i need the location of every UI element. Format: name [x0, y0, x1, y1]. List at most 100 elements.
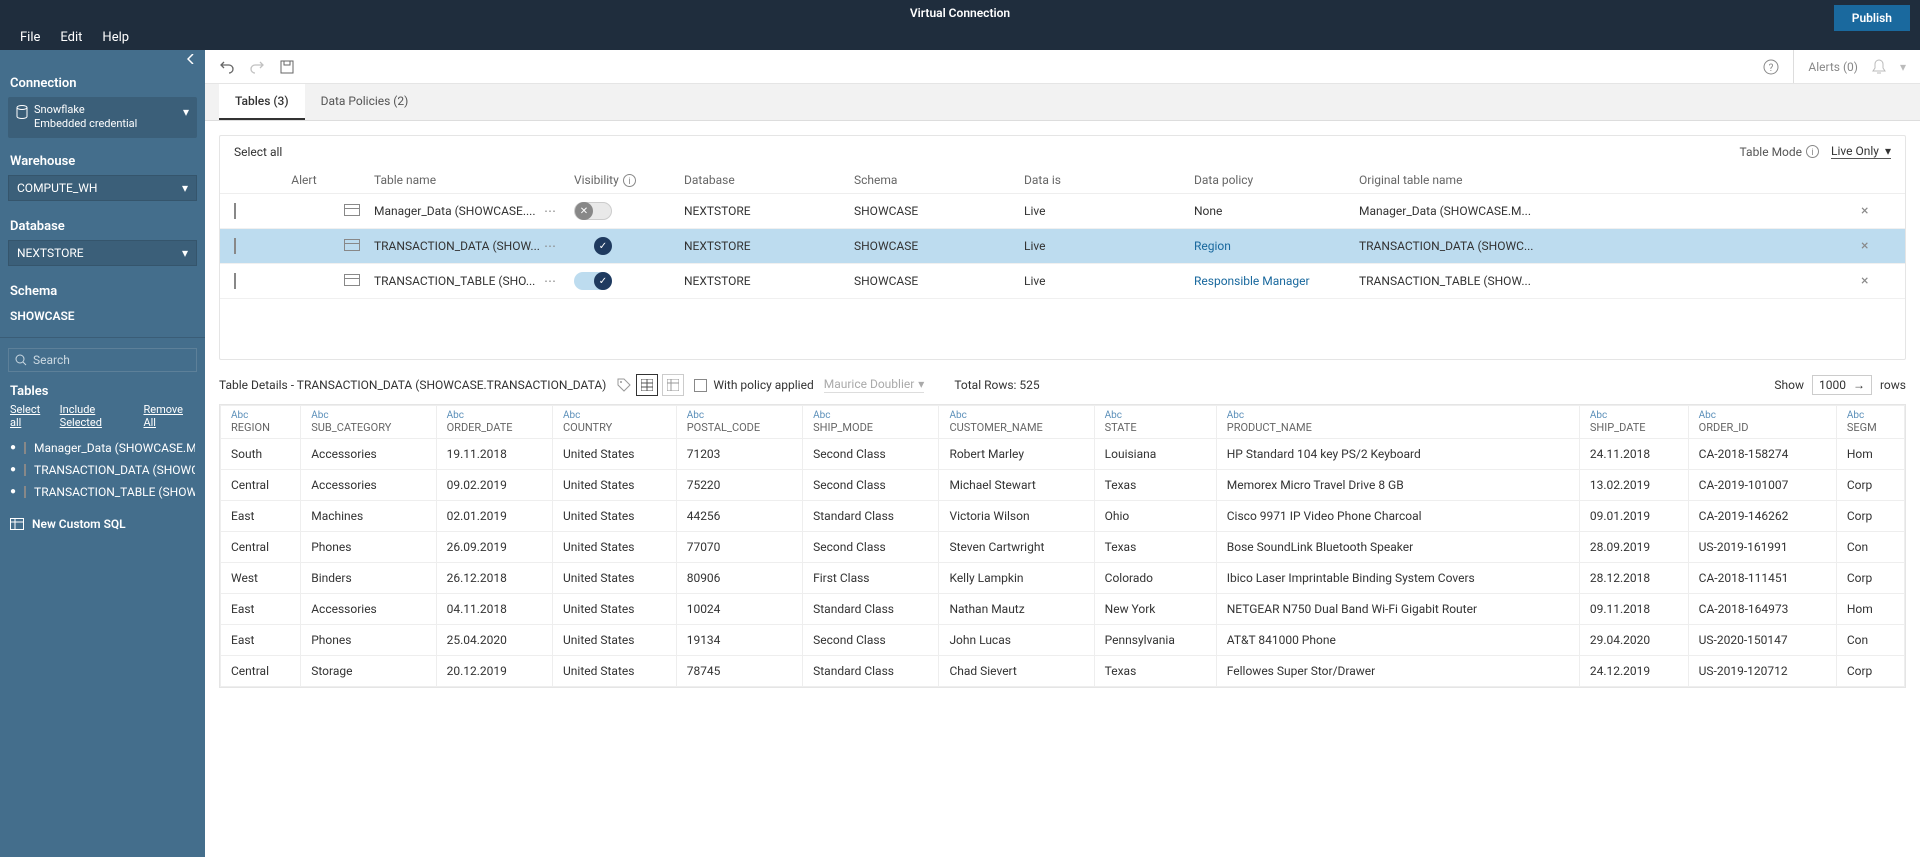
sidebar-table-item[interactable]: ●TRANSACTION_TABLE (SHOWC...	[10, 481, 195, 503]
row-menu-button[interactable]: ⋯	[544, 274, 574, 288]
warehouse-select[interactable]: COMPUTE_WH ▾	[8, 175, 197, 201]
rows-count-input[interactable]: 1000 →	[1812, 375, 1872, 395]
table-mode-select[interactable]: Live Only ▾	[1831, 144, 1891, 159]
grid-cell: John Lucas	[939, 625, 1094, 656]
col-datais[interactable]: Data is	[1024, 173, 1194, 187]
remove-row-button[interactable]: ×	[1861, 273, 1868, 289]
table-row[interactable]: TRANSACTION_TABLE (SHO...⋯✓NEXTSTORESHOW…	[220, 264, 1905, 299]
visibility-toggle[interactable]: ✕	[574, 202, 612, 220]
tab-data-policies[interactable]: Data Policies (2)	[305, 84, 425, 120]
col-original[interactable]: Original table name	[1359, 173, 1861, 187]
grid-column-header[interactable]: AbcCUSTOMER_NAME	[939, 406, 1094, 439]
row-table-name: TRANSACTION_DATA (SHOW...	[374, 239, 544, 253]
grid-column-header[interactable]: AbcPOSTAL_CODE	[676, 406, 802, 439]
policy-link[interactable]: Region	[1194, 239, 1231, 253]
total-rows: Total Rows: 525	[954, 378, 1039, 392]
database-select[interactable]: NEXTSTORE ▾	[8, 240, 197, 266]
grid-column-header[interactable]: AbcSTATE	[1094, 406, 1216, 439]
tag-icon[interactable]	[616, 377, 632, 393]
grid-row[interactable]: SouthAccessories19.11.2018United States7…	[221, 439, 1905, 470]
grid-row[interactable]: EastPhones25.04.2020United States19134Se…	[221, 625, 1905, 656]
search-input[interactable]: Search	[8, 348, 197, 372]
list-select-all[interactable]: Select all	[234, 145, 282, 159]
table-row[interactable]: TRANSACTION_DATA (SHOW...⋯✓NEXTSTORESHOW…	[220, 229, 1905, 264]
col-policy[interactable]: Data policy	[1194, 173, 1359, 187]
sidebar-remove-all[interactable]: Remove All	[143, 403, 195, 429]
save-button[interactable]	[279, 59, 295, 75]
grid-column-header[interactable]: AbcORDER_DATE	[436, 406, 552, 439]
grid-cell: Corp	[1836, 656, 1904, 687]
alerts-label[interactable]: Alerts (0)	[1808, 60, 1858, 74]
chevron-down-icon[interactable]: ▾	[1900, 60, 1906, 74]
grid-row[interactable]: CentralStorage20.12.2019United States787…	[221, 656, 1905, 687]
grid-cell: Texas	[1094, 470, 1216, 501]
row-datais: Live	[1024, 204, 1194, 218]
tab-tables[interactable]: Tables (3)	[219, 84, 305, 120]
grid-row[interactable]: WestBinders26.12.2018United States80906F…	[221, 563, 1905, 594]
row-menu-button[interactable]: ⋯	[544, 239, 574, 253]
grid-view-button[interactable]	[636, 374, 658, 396]
grid-column-header[interactable]: AbcSEGM	[1836, 406, 1904, 439]
row-original: TRANSACTION_DATA (SHOWC...	[1359, 239, 1861, 253]
grid-cell: Accessories	[301, 439, 436, 470]
publish-button[interactable]: Publish	[1834, 5, 1910, 31]
list-view-button[interactable]	[662, 374, 684, 396]
grid-row[interactable]: CentralPhones26.09.2019United States7707…	[221, 532, 1905, 563]
chevron-down-icon: ▾	[183, 105, 189, 119]
grid-column-header[interactable]: AbcREGION	[221, 406, 301, 439]
grid-row[interactable]: CentralAccessories09.02.2019United State…	[221, 470, 1905, 501]
row-checkbox[interactable]	[234, 273, 236, 289]
menu-file[interactable]: File	[20, 30, 40, 45]
grid-column-header[interactable]: AbcCOUNTRY	[553, 406, 677, 439]
col-database[interactable]: Database	[684, 173, 854, 187]
row-table-name: Manager_Data (SHOWCASE....	[374, 204, 544, 218]
bell-icon[interactable]	[1872, 59, 1886, 75]
help-button[interactable]: ?	[1763, 59, 1779, 75]
grid-column-header[interactable]: AbcORDER_ID	[1688, 406, 1836, 439]
visibility-toggle[interactable]: ✓	[574, 272, 612, 290]
data-grid[interactable]: AbcREGIONAbcSUB_CATEGORYAbcORDER_DATEAbc…	[219, 404, 1906, 688]
grid-cell: United States	[553, 532, 677, 563]
grid-cell: Corp	[1836, 501, 1904, 532]
grid-column-header[interactable]: AbcSHIP_MODE	[803, 406, 939, 439]
undo-button[interactable]	[219, 59, 235, 75]
row-checkbox[interactable]	[234, 203, 236, 219]
remove-row-button[interactable]: ×	[1861, 238, 1868, 254]
col-schema[interactable]: Schema	[854, 173, 1024, 187]
row-table-name: TRANSACTION_TABLE (SHO...	[374, 274, 544, 288]
grid-cell: United States	[553, 625, 677, 656]
sidebar-table-item[interactable]: ●TRANSACTION_DATA (SHOWCA...	[10, 459, 195, 481]
connection-selector[interactable]: Snowflake Embedded credential ▾	[8, 97, 197, 138]
grid-cell: Louisiana	[1094, 439, 1216, 470]
grid-column-header[interactable]: AbcSHIP_DATE	[1579, 406, 1688, 439]
menu-edit[interactable]: Edit	[60, 30, 82, 45]
grid-column-header[interactable]: AbcSUB_CATEGORY	[301, 406, 436, 439]
grid-column-header[interactable]: AbcPRODUCT_NAME	[1216, 406, 1579, 439]
row-database: NEXTSTORE	[684, 204, 854, 218]
preview-user-select[interactable]: Maurice Doublier ▾	[824, 377, 925, 393]
row-menu-button[interactable]: ⋯	[544, 204, 574, 218]
menu-help[interactable]: Help	[102, 30, 129, 45]
info-icon[interactable]: i	[623, 174, 636, 187]
grid-row[interactable]: EastAccessories04.11.2018United States10…	[221, 594, 1905, 625]
redo-button[interactable]	[249, 59, 265, 75]
grid-cell: Hom	[1836, 439, 1904, 470]
grid-cell: Pennsylvania	[1094, 625, 1216, 656]
collapse-sidebar-button[interactable]	[0, 50, 205, 68]
visibility-toggle[interactable]: ✓	[574, 237, 612, 255]
col-table-name[interactable]: Table name	[374, 173, 544, 187]
row-checkbox[interactable]	[234, 238, 236, 254]
remove-row-button[interactable]: ×	[1861, 203, 1868, 219]
arrow-right-icon: →	[1853, 378, 1865, 392]
grid-cell: 19134	[676, 625, 802, 656]
sidebar-select-all[interactable]: Select all	[10, 403, 52, 429]
with-policy-checkbox[interactable]	[694, 379, 707, 392]
grid-cell: Kelly Lampkin	[939, 563, 1094, 594]
table-row[interactable]: Manager_Data (SHOWCASE....⋯✕NEXTSTORESHO…	[220, 194, 1905, 229]
policy-link[interactable]: Responsible Manager	[1194, 274, 1310, 288]
grid-row[interactable]: EastMachines02.01.2019United States44256…	[221, 501, 1905, 532]
new-custom-sql-button[interactable]: New Custom SQL	[0, 503, 205, 545]
sidebar-table-item[interactable]: ●Manager_Data (SHOWCASE.Man...	[10, 437, 195, 459]
info-icon[interactable]: i	[1806, 145, 1819, 158]
sidebar-include-selected[interactable]: Include Selected	[60, 403, 136, 429]
